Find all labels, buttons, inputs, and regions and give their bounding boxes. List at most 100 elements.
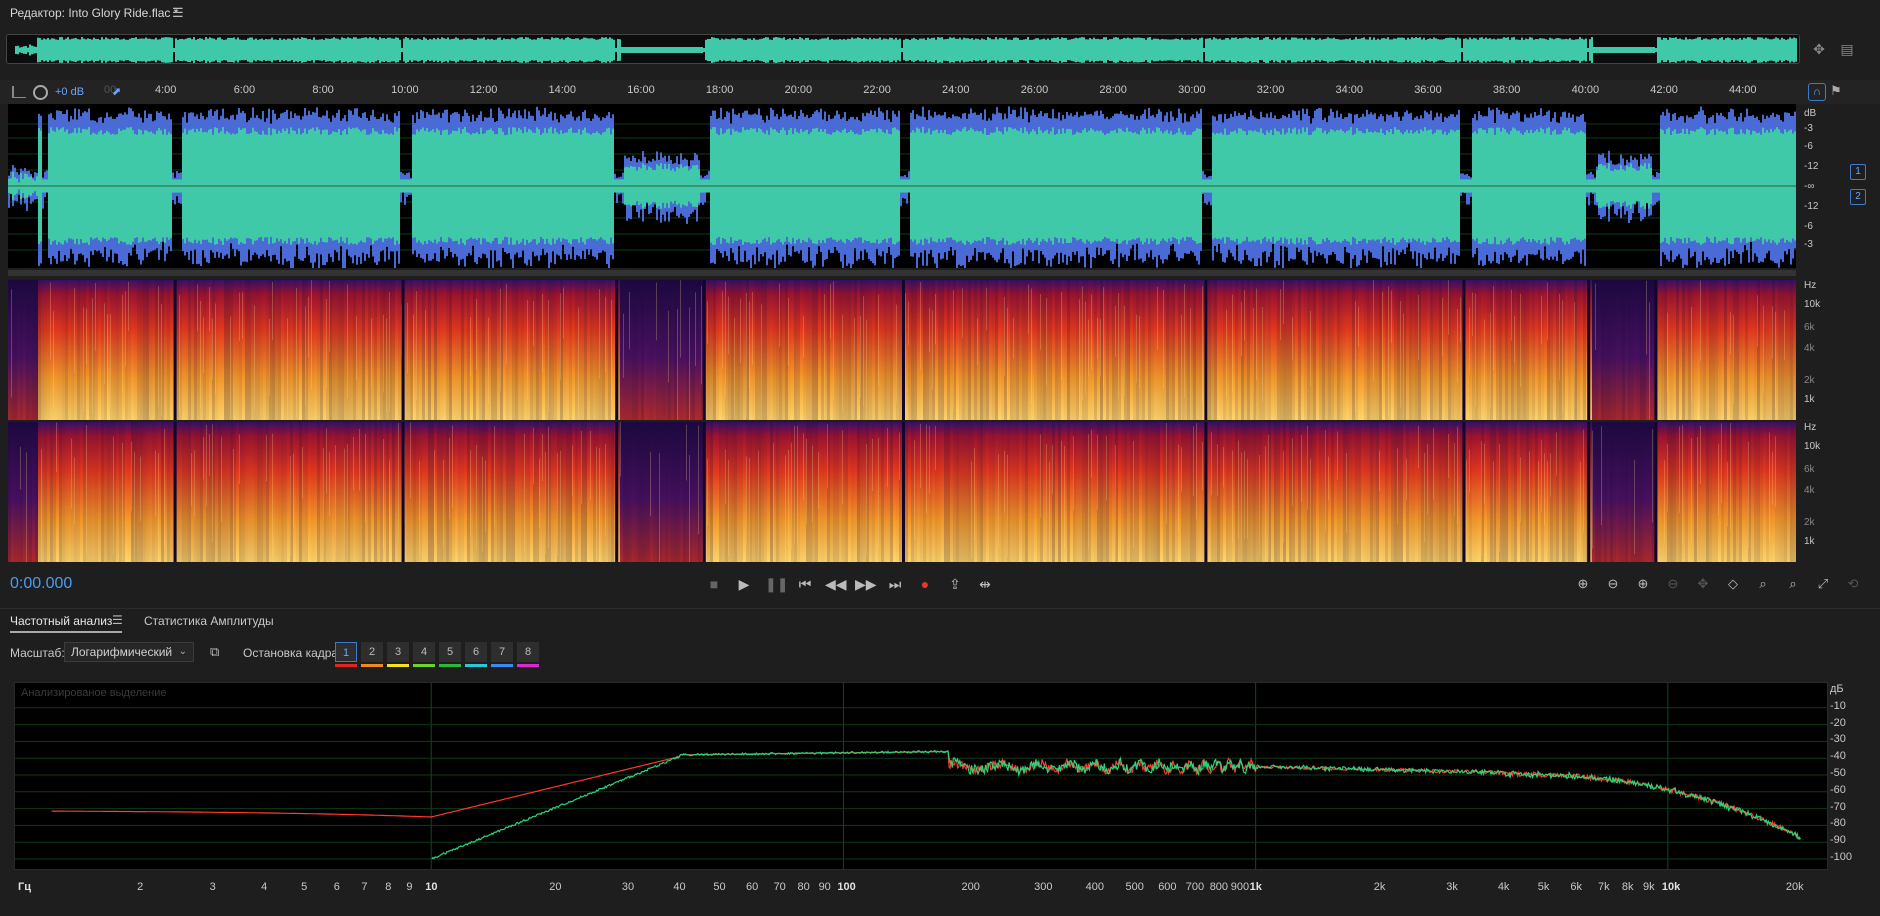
tab-amplitude-statistics[interactable]: Статистика Амплитуды: [144, 614, 274, 628]
ruler-tick: 20:00: [784, 84, 813, 96]
overview-waveform-graphic: [7, 35, 1799, 63]
hz-label: 6k: [1804, 322, 1815, 333]
db-label: -6: [1804, 141, 1813, 152]
freeze-frame-color: [517, 664, 539, 667]
frequency-label: 5: [301, 881, 308, 893]
ruler-tick: 38:00: [1492, 84, 1521, 96]
freeze-frame-6-button[interactable]: 6: [465, 642, 487, 662]
frequency-label: 9k: [1642, 881, 1655, 893]
panel-layout-icon[interactable]: ▤: [1838, 40, 1856, 58]
tab-menu-icon[interactable]: ☰: [112, 613, 123, 627]
frequency-label: 900: [1230, 881, 1250, 893]
pin-icon[interactable]: ⬈: [112, 86, 124, 98]
spectral-graphic-ch1: [8, 280, 1796, 420]
frequency-analysis-plot[interactable]: Анализированое выделение: [14, 682, 1828, 870]
freeze-frame-2-button[interactable]: 2: [361, 642, 383, 662]
snap-icon[interactable]: ∩: [1808, 83, 1826, 101]
frequency-label: 2k: [1373, 881, 1386, 893]
timeline-ruler[interactable]: +0 dB 00 ⬈ 4:00 6:00 8:00 10:00 12:00 14:00 16…: [0, 80, 1880, 104]
spectral-display-ch1[interactable]: [8, 280, 1796, 420]
zoom-in-time-icon[interactable]: ⊕: [1632, 574, 1654, 594]
record-icon[interactable]: ●: [915, 574, 935, 594]
channel-2-button[interactable]: 2: [1850, 189, 1866, 205]
db-label: -12: [1804, 161, 1819, 172]
db-label: -6: [1804, 221, 1813, 232]
pause-icon[interactable]: ❚❚: [765, 574, 788, 594]
spectral-scale-ch2: Hz 10k 6k 4k 2k 1k: [1804, 422, 1852, 562]
panel-tabs: Частотный анализ ☰ Статистика Амплитуды: [0, 608, 1880, 633]
frequency-label: 4k: [1497, 881, 1510, 893]
frequency-label: 7k: [1597, 881, 1610, 893]
waveform-display[interactable]: [8, 104, 1796, 268]
hz-unit-label: Hz: [1804, 280, 1817, 291]
freeze-frame-1-button[interactable]: 1: [335, 642, 357, 662]
skip-to-end-icon[interactable]: ⏭: [885, 574, 905, 594]
freeze-frame-7-button[interactable]: 7: [491, 642, 513, 662]
analysis-controls: Масштаб: Логарифмический ⌄ ⧉ Остановка к…: [0, 640, 1880, 670]
play-icon[interactable]: ▶: [734, 574, 754, 594]
ruler-tick: 22:00: [863, 84, 891, 96]
db-label: -∞: [1804, 181, 1815, 192]
zoom-out-full-icon[interactable]: ⌕: [1782, 574, 1804, 594]
hamburger-icon[interactable]: ☰: [172, 5, 184, 21]
zoom-out-time-icon[interactable]: ⊖: [1662, 574, 1684, 594]
frequency-label: 3k: [1446, 881, 1458, 893]
freeze-frame-5-button[interactable]: 5: [439, 642, 461, 662]
frequency-label: 2: [137, 881, 144, 893]
copy-icon[interactable]: ⧉: [210, 644, 219, 660]
frequency-label: 100: [837, 881, 856, 893]
hz-label: 1k: [1804, 536, 1815, 547]
db-label: -60: [1830, 783, 1846, 796]
timecode-display[interactable]: 0:00.000: [10, 575, 72, 593]
frequency-label: 80: [797, 881, 810, 893]
ruler-tick: 10:00: [391, 84, 419, 96]
frequency-label: 5k: [1537, 881, 1550, 893]
frequency-label: 4: [261, 881, 268, 893]
zoom-full-icon[interactable]: ✥: [1692, 574, 1714, 594]
rewind-icon[interactable]: ◀◀: [825, 574, 847, 594]
freeze-frame-8-button[interactable]: 8: [517, 642, 539, 662]
freeze-frame-4-button[interactable]: 4: [413, 642, 435, 662]
fast-forward-icon[interactable]: ▶▶: [855, 574, 877, 594]
zoom-reset-icon[interactable]: ⟲: [1842, 574, 1864, 594]
frequency-label: 10: [425, 881, 438, 893]
ruler-tick: 40:00: [1571, 84, 1600, 96]
stop-icon[interactable]: ■: [704, 574, 724, 594]
frequency-label: 6: [333, 881, 340, 893]
frequency-label: 8k: [1621, 881, 1634, 893]
zoom-in-amplitude-icon[interactable]: ⊕: [1572, 574, 1594, 594]
zoom-in-point-icon[interactable]: ◇: [1722, 574, 1744, 594]
ruler-tick: 44:00: [1729, 84, 1757, 96]
freeze-frame-color: [491, 664, 513, 667]
channel-1-button[interactable]: 1: [1850, 164, 1866, 180]
spectral-display-ch2[interactable]: [8, 422, 1796, 562]
analyzed-selection-label: Анализированое выделение: [21, 687, 167, 699]
hz-label: 4k: [1804, 343, 1815, 354]
frequency-label: 300: [1034, 881, 1053, 893]
marker-icon[interactable]: ⚑: [1830, 83, 1842, 99]
ruler-tick: 14:00: [548, 84, 577, 96]
db-label: -90: [1830, 834, 1846, 847]
frequency-label: 700: [1185, 881, 1205, 893]
overview-waveform[interactable]: [6, 34, 1800, 64]
scale-select[interactable]: Логарифмический ⌄: [64, 642, 194, 662]
title-bar: Редактор: Into Glory Ride.flac * ☰: [0, 0, 1880, 26]
chevron-down-icon: ⌄: [178, 646, 187, 657]
skip-to-start-icon[interactable]: ⏮: [795, 574, 815, 594]
zoom-selection-icon[interactable]: ⌕: [1752, 574, 1774, 594]
db-label: -10: [1830, 699, 1846, 712]
tab-frequency-analysis[interactable]: Частотный анализ: [10, 614, 112, 628]
zoom-to-selection-icon[interactable]: ⤢: [1812, 574, 1834, 594]
frequency-label: 8: [385, 881, 392, 893]
frequency-label: 400: [1085, 881, 1104, 893]
gain-knob-icon[interactable]: [33, 85, 48, 100]
zoom-fit-icon[interactable]: ✥: [1810, 40, 1828, 58]
view-splitter[interactable]: [8, 270, 1796, 276]
zoom-out-amplitude-icon[interactable]: ⊖: [1602, 574, 1624, 594]
frequency-label: 40: [673, 881, 686, 893]
spectral-graphic-ch2: [8, 422, 1796, 562]
level-meter-icon[interactable]: [12, 86, 26, 98]
skip-selection-icon[interactable]: ⇹: [975, 574, 995, 594]
loop-playback-icon[interactable]: ⇪: [945, 574, 965, 594]
freeze-frame-3-button[interactable]: 3: [387, 642, 409, 662]
